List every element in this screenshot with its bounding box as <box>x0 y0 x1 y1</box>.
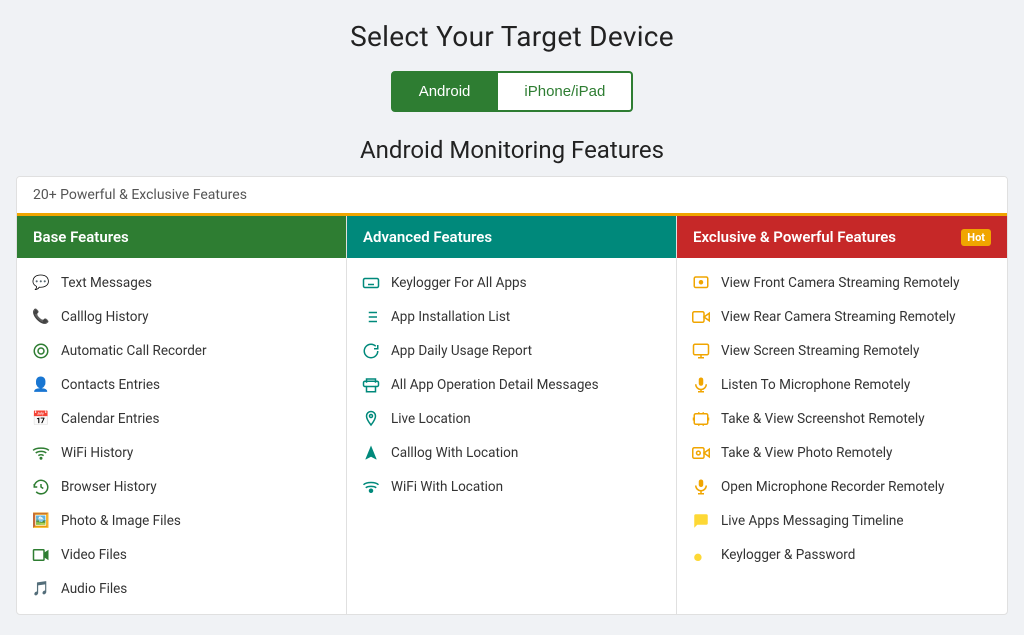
list-item: 📅 Calendar Entries <box>17 402 346 436</box>
exclusive-features-list: View Front Camera Streaming Remotely Vie… <box>677 258 1007 580</box>
photo-icon: 🖼️ <box>31 511 51 531</box>
list-item: Live Apps Messaging Timeline <box>677 504 1007 538</box>
person-icon: 👤 <box>31 375 51 395</box>
feature-label: Calendar Entries <box>61 411 159 427</box>
feature-label: Calllog With Location <box>391 445 518 461</box>
phone-icon: 📞 <box>31 307 51 327</box>
history-icon <box>31 477 51 497</box>
list-item: 👤 Contacts Entries <box>17 368 346 402</box>
feature-label: Take & View Photo Remotely <box>721 445 892 461</box>
feature-label: WiFi With Location <box>391 479 503 495</box>
base-features-title: Base Features <box>33 228 129 246</box>
screen-icon <box>691 341 711 361</box>
advanced-features-list: Keylogger For All Apps App Installation … <box>347 258 676 512</box>
section-title: Android Monitoring Features <box>16 136 1008 164</box>
feature-label: Take & View Screenshot Remotely <box>721 411 925 427</box>
list-item: View Rear Camera Streaming Remotely <box>677 300 1007 334</box>
exclusive-features-column: Exclusive & Powerful Features Hot View F… <box>677 216 1007 614</box>
feature-label: View Rear Camera Streaming Remotely <box>721 309 956 325</box>
audio-icon: 🎵 <box>31 579 51 599</box>
feature-label: Browser History <box>61 479 157 495</box>
features-subtitle: 20+ Powerful & Exclusive Features <box>17 177 1007 216</box>
feature-label: Live Apps Messaging Timeline <box>721 513 904 529</box>
base-features-header: Base Features <box>17 216 346 258</box>
advanced-features-header: Advanced Features <box>347 216 676 258</box>
iphone-button[interactable]: iPhone/iPad <box>498 71 633 112</box>
feature-label: All App Operation Detail Messages <box>391 377 599 393</box>
printer-icon <box>361 375 381 395</box>
feature-label: App Daily Usage Report <box>391 343 532 359</box>
list-item: Take & View Photo Remotely <box>677 436 1007 470</box>
location-icon <box>361 409 381 429</box>
feature-label: App Installation List <box>391 309 510 325</box>
list-icon <box>361 307 381 327</box>
mic-record-icon <box>691 477 711 497</box>
wifi-icon <box>31 443 51 463</box>
feature-label: Keylogger For All Apps <box>391 275 527 291</box>
feature-label: Live Location <box>391 411 471 427</box>
list-item: App Installation List <box>347 300 676 334</box>
page-title: Select Your Target Device <box>16 20 1008 53</box>
keyboard-icon <box>361 273 381 293</box>
list-item: Listen To Microphone Remotely <box>677 368 1007 402</box>
list-item: App Daily Usage Report <box>347 334 676 368</box>
list-item: WiFi History <box>17 436 346 470</box>
list-item: 📞 Calllog History <box>17 300 346 334</box>
calendar-icon: 📅 <box>31 409 51 429</box>
refresh-icon <box>361 341 381 361</box>
feature-label: View Front Camera Streaming Remotely <box>721 275 959 291</box>
list-item: WiFi With Location <box>347 470 676 504</box>
feature-label: Contacts Entries <box>61 377 160 393</box>
wifi-loc-icon <box>361 477 381 497</box>
navigate-icon <box>361 443 381 463</box>
android-button[interactable]: Android <box>391 71 499 112</box>
list-item: Live Location <box>347 402 676 436</box>
hot-badge: Hot <box>961 229 991 246</box>
list-item: Calllog With Location <box>347 436 676 470</box>
feature-label: Listen To Microphone Remotely <box>721 377 910 393</box>
feature-label: Keylogger & Password <box>721 547 855 563</box>
chat-icon: 💬 <box>31 273 51 293</box>
advanced-features-title: Advanced Features <box>363 228 492 246</box>
features-card: 20+ Powerful & Exclusive Features Base F… <box>16 176 1008 615</box>
list-item: 💬 Text Messages <box>17 266 346 300</box>
exclusive-features-title: Exclusive & Powerful Features <box>693 228 896 246</box>
list-item: Open Microphone Recorder Remotely <box>677 470 1007 504</box>
base-features-list: 💬 Text Messages 📞 Calllog History <box>17 258 346 614</box>
key-icon <box>691 545 711 565</box>
feature-label: WiFi History <box>61 445 133 461</box>
feature-label: Calllog History <box>61 309 149 325</box>
mic-icon <box>691 375 711 395</box>
list-item: Browser History <box>17 470 346 504</box>
list-item: Automatic Call Recorder <box>17 334 346 368</box>
feature-label: View Screen Streaming Remotely <box>721 343 919 359</box>
camera-rear-icon <box>691 307 711 327</box>
feature-label: Open Microphone Recorder Remotely <box>721 479 944 495</box>
screenshot-icon <box>691 409 711 429</box>
base-features-column: Base Features 💬 Text Messages 📞 Calllog … <box>17 216 347 614</box>
video-icon <box>31 545 51 565</box>
feature-label: Audio Files <box>61 581 127 597</box>
exclusive-features-header: Exclusive & Powerful Features Hot <box>677 216 1007 258</box>
list-item: Keylogger & Password <box>677 538 1007 572</box>
call-record-icon <box>31 341 51 361</box>
columns-wrapper: Base Features 💬 Text Messages 📞 Calllog … <box>17 216 1007 614</box>
list-item: All App Operation Detail Messages <box>347 368 676 402</box>
list-item: View Front Camera Streaming Remotely <box>677 266 1007 300</box>
feature-label: Automatic Call Recorder <box>61 343 207 359</box>
list-item: Keylogger For All Apps <box>347 266 676 300</box>
list-item: 🖼️ Photo & Image Files <box>17 504 346 538</box>
list-item: View Screen Streaming Remotely <box>677 334 1007 368</box>
list-item: Video Files <box>17 538 346 572</box>
feature-label: Text Messages <box>61 275 152 291</box>
advanced-features-column: Advanced Features Keylogger For All Apps <box>347 216 677 614</box>
message-live-icon <box>691 511 711 531</box>
list-item: 🎵 Audio Files <box>17 572 346 606</box>
camera-front-icon <box>691 273 711 293</box>
list-item: Take & View Screenshot Remotely <box>677 402 1007 436</box>
device-toggle: Android iPhone/iPad <box>16 71 1008 112</box>
feature-label: Video Files <box>61 547 127 563</box>
feature-label: Photo & Image Files <box>61 513 181 529</box>
photo-remote-icon <box>691 443 711 463</box>
